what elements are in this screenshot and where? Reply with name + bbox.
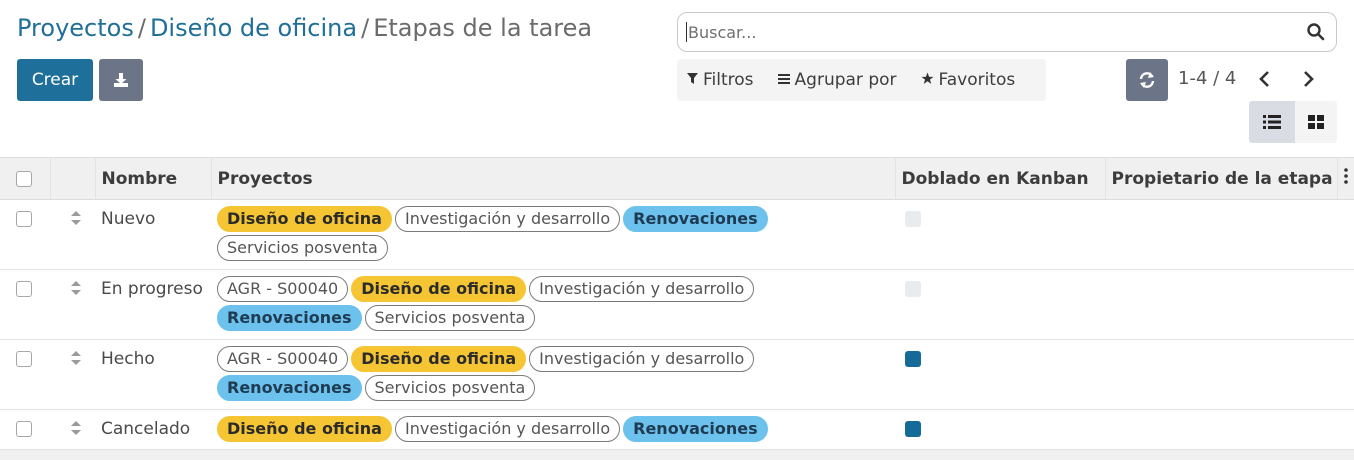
owner-cell[interactable] (1105, 409, 1337, 450)
folded-checkbox[interactable] (905, 351, 921, 367)
project-tag: Investigación y desarrollo (394, 206, 621, 232)
stage-name[interactable]: Hecho (101, 346, 205, 369)
table-row[interactable]: Cancelado Diseño de oficina Investigació… (0, 409, 1354, 450)
search-icon[interactable] (1306, 22, 1326, 42)
stages-table: Nombre Proyectos Doblado en Kanban Propi… (0, 157, 1354, 450)
table-row[interactable]: Hecho AGR - S00040 Diseño de oficina Inv… (0, 339, 1354, 410)
kanban-view-button[interactable] (1295, 101, 1337, 143)
column-header-projects[interactable]: Proyectos (211, 157, 896, 200)
filters-button[interactable]: Filtros (687, 70, 754, 90)
owner-cell[interactable] (1105, 199, 1337, 270)
download-button[interactable] (99, 59, 143, 101)
bars-icon (777, 73, 790, 88)
project-tag: Diseño de oficina (217, 416, 392, 442)
group-by-label: Agrupar por (794, 70, 897, 90)
column-header-owner[interactable]: Propietario de la etapa (1105, 157, 1338, 200)
breadcrumb-separator: / (361, 14, 370, 42)
group-by-button[interactable]: Agrupar por (777, 70, 897, 90)
project-tag: AGR - S00040 (217, 346, 349, 372)
project-tag: Servicios posventa (364, 305, 536, 331)
search-input[interactable]: Buscar... (688, 23, 1306, 42)
filters-label: Filtros (703, 70, 754, 90)
select-all-checkbox[interactable] (16, 170, 32, 187)
row-select-cell (0, 199, 50, 270)
list-icon (1263, 115, 1281, 129)
owner-cell[interactable] (1105, 339, 1337, 410)
column-header-name[interactable]: Nombre (95, 157, 212, 200)
handle-header (50, 157, 96, 200)
favorites-button[interactable]: Favoritos (921, 70, 1016, 90)
owner-cell[interactable] (1105, 269, 1337, 340)
project-tag: Servicios posventa (217, 235, 388, 261)
table-row[interactable]: En progreso AGR - S00040 Diseño de ofici… (0, 269, 1354, 340)
folded-checkbox[interactable] (905, 421, 921, 437)
project-tags: AGR - S00040 Diseño de oficina Investiga… (217, 346, 889, 401)
refresh-icon (1139, 72, 1155, 88)
page-title: Etapas de la tarea (373, 14, 593, 42)
drag-handle-icon[interactable] (69, 280, 83, 296)
search-bar[interactable]: Buscar... (677, 12, 1337, 52)
row-checkbox[interactable] (16, 421, 32, 437)
breadcrumb-item-office-design[interactable]: Diseño de oficina (150, 14, 357, 42)
chevron-left-icon[interactable] (1255, 68, 1275, 90)
stage-name[interactable]: En progreso (101, 276, 205, 299)
row-handle-cell (50, 339, 95, 410)
list-view-button[interactable] (1249, 101, 1295, 143)
row-handle-cell (50, 199, 95, 270)
row-checkbox[interactable] (16, 211, 32, 227)
breadcrumb-separator: / (137, 14, 146, 42)
download-icon (114, 73, 128, 87)
optional-columns-toggle[interactable] (1337, 157, 1354, 200)
column-header-folded[interactable]: Doblado en Kanban (895, 157, 1106, 200)
project-tag: Investigación y desarrollo (529, 346, 755, 372)
project-tag: Renovaciones (217, 375, 362, 401)
create-button[interactable]: Crear (17, 59, 93, 101)
project-tags: Diseño de oficina Investigación y desarr… (217, 416, 889, 442)
refresh-button[interactable] (1126, 59, 1168, 101)
project-tags: Diseño de oficina Investigación y desarr… (217, 206, 889, 261)
text-caret (686, 22, 687, 42)
row-select-cell (0, 269, 50, 340)
project-tags: AGR - S00040 Diseño de oficina Investiga… (217, 276, 889, 331)
pager-value[interactable]: 1-4 / 4 (1178, 68, 1236, 89)
project-tag: Diseño de oficina (351, 276, 527, 302)
folded-checkbox[interactable] (905, 281, 921, 297)
project-tag: Servicios posventa (364, 375, 536, 401)
project-tag: Renovaciones (623, 416, 768, 442)
project-tag: Renovaciones (623, 206, 768, 232)
row-checkbox[interactable] (16, 351, 32, 367)
drag-handle-icon[interactable] (69, 420, 83, 436)
row-handle-cell (50, 269, 95, 340)
kebab-icon (1343, 168, 1348, 184)
project-tag: Renovaciones (217, 305, 362, 331)
stage-name[interactable]: Cancelado (101, 416, 205, 439)
filter-icon (687, 72, 698, 88)
folded-checkbox[interactable] (905, 211, 921, 227)
favorites-label: Favoritos (938, 70, 1016, 90)
search-options: Filtros Agrupar por Favoritos (677, 59, 1046, 101)
table-header-row: Nombre Proyectos Doblado en Kanban Propi… (0, 157, 1354, 200)
project-tag: Investigación y desarrollo (394, 416, 621, 442)
drag-handle-icon[interactable] (69, 210, 83, 226)
drag-handle-icon[interactable] (69, 350, 83, 366)
row-handle-cell (50, 409, 95, 450)
project-tag: Diseño de oficina (217, 206, 392, 232)
breadcrumb-item-projects[interactable]: Proyectos (17, 14, 134, 42)
project-tag: AGR - S00040 (217, 276, 349, 302)
star-icon (921, 72, 934, 89)
project-tag: Diseño de oficina (351, 346, 527, 372)
row-select-cell (0, 409, 50, 450)
table-footer (0, 450, 1354, 460)
control-panel: Proyectos / Diseño de oficina / Etapas de la… (0, 0, 1354, 157)
project-tag: Investigación y desarrollo (529, 276, 755, 302)
row-checkbox[interactable] (16, 281, 32, 297)
row-select-cell (0, 339, 50, 410)
select-all-cell (0, 157, 51, 200)
chevron-right-icon[interactable] (1298, 68, 1318, 90)
table-row[interactable]: Nuevo Diseño de oficina Investigación y … (0, 199, 1354, 270)
breadcrumb: Proyectos / Diseño de oficina / Etapas de la… (17, 14, 592, 42)
stage-name[interactable]: Nuevo (101, 206, 205, 229)
kanban-icon (1308, 115, 1324, 129)
